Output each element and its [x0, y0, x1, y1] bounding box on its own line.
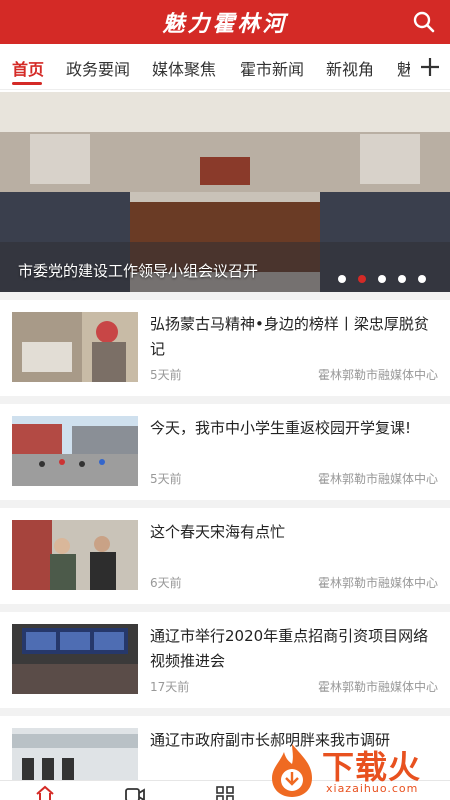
- news-thumbnail: [12, 312, 138, 382]
- search-icon: [413, 11, 435, 33]
- category-tabs: 首页 政务要闻 媒体聚焦 霍市新闻 新视角 魅: [0, 44, 450, 90]
- news-title: 弘扬蒙古马精神•身边的榜样丨梁忠厚脱贫记: [150, 315, 429, 358]
- app-title: 魅力霍林河: [162, 11, 288, 37]
- news-title: 这个春天宋海有点忙: [150, 523, 286, 541]
- news-item[interactable]: 通辽市举行2020年重点招商引资项目网络视频推进会 17天前 霍林郭勒市融媒体中…: [0, 612, 450, 716]
- news-item[interactable]: 今天，我市中小学生重返校园开学复课! 5天前 霍林郭勒市融媒体中心: [0, 404, 450, 508]
- active-tab-indicator: [12, 82, 42, 85]
- banner-caption: 市委党的建设工作领导小组会议召开: [18, 262, 259, 280]
- carousel-dot[interactable]: [337, 275, 346, 283]
- watermark: 下载火 xiazaihuo.com: [266, 742, 444, 800]
- tab-media-focus[interactable]: 媒体聚焦: [152, 56, 216, 80]
- news-item[interactable]: 这个春天宋海有点忙 6天前 霍林郭勒市融媒体中心: [0, 508, 450, 612]
- section-divider: [0, 708, 450, 716]
- section-divider: [0, 292, 450, 300]
- news-thumbnail: [12, 416, 138, 486]
- nav-video[interactable]: [124, 784, 146, 800]
- carousel-dot-active[interactable]: [357, 275, 366, 283]
- carousel-dot[interactable]: [377, 275, 386, 283]
- tab-home[interactable]: 首页: [12, 56, 44, 80]
- video-icon: [125, 788, 145, 800]
- news-thumbnail: [12, 728, 138, 780]
- news-title: 通辽市举行2020年重点招商引资项目网络视频推进会: [150, 627, 429, 670]
- news-source: 霍林郭勒市融媒体中心: [317, 680, 438, 694]
- news-title: 今天，我市中小学生重返校园开学复课!: [150, 419, 412, 437]
- news-time: 6天前: [150, 576, 182, 590]
- carousel-dot[interactable]: [418, 275, 426, 283]
- flame-logo-icon: [272, 744, 312, 797]
- home-icon: [36, 785, 54, 800]
- add-tab-button[interactable]: [410, 44, 450, 89]
- grid-icon: [216, 786, 234, 800]
- watermark-url: xiazaihuo.com: [326, 782, 419, 795]
- news-thumbnail: [12, 520, 138, 590]
- news-source: 霍林郭勒市融媒体中心: [317, 576, 438, 590]
- tab-new-perspective[interactable]: 新视角: [326, 56, 374, 80]
- news-source: 霍林郭勒市融媒体中心: [317, 472, 438, 486]
- nav-home[interactable]: [34, 784, 56, 800]
- carousel-dot[interactable]: [397, 275, 406, 283]
- news-item[interactable]: 弘扬蒙古马精神•身边的榜样丨梁忠厚脱贫记 5天前 霍林郭勒市融媒体中心: [0, 300, 450, 404]
- plus-icon: [421, 58, 439, 76]
- top-bar: 魅力霍林河: [0, 0, 450, 44]
- headline-banner[interactable]: 市委党的建设工作领导小组会议召开: [0, 92, 450, 292]
- news-source: 霍林郭勒市融媒体中心: [317, 368, 438, 382]
- tab-government-news[interactable]: 政务要闻: [66, 56, 130, 80]
- news-time: 5天前: [150, 368, 182, 382]
- news-time: 5天前: [150, 472, 182, 486]
- tab-city-news[interactable]: 霍市新闻: [240, 56, 304, 80]
- section-divider: [0, 604, 450, 612]
- carousel-dots: [331, 268, 426, 283]
- search-button[interactable]: [410, 8, 438, 36]
- nav-grid[interactable]: [214, 784, 236, 800]
- section-divider: [0, 396, 450, 404]
- news-thumbnail: [12, 624, 138, 694]
- section-divider: [0, 500, 450, 508]
- news-time: 17天前: [150, 680, 190, 694]
